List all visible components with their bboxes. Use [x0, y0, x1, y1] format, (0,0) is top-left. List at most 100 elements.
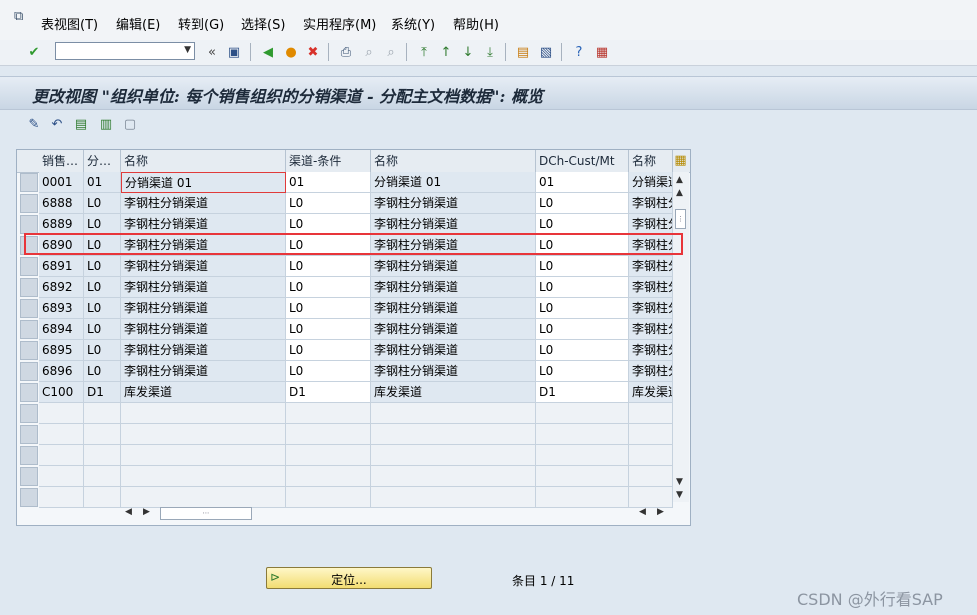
empty-table-row[interactable]: [17, 424, 673, 445]
menu-table-view[interactable]: 表视图(T): [41, 14, 98, 33]
empty-table-row[interactable]: [17, 403, 673, 424]
scroll-thumb[interactable]: ⋮: [675, 209, 686, 229]
empty-table-row[interactable]: [17, 487, 673, 508]
cell-channel-conditions[interactable]: [286, 487, 371, 508]
menu-help[interactable]: 帮助(H): [453, 14, 499, 33]
cell-dch-cust-mt[interactable]: [536, 445, 629, 466]
table-row[interactable]: 6890L0李钢柱分销渠道L0李钢柱分销渠道L0李钢柱分: [17, 235, 673, 256]
row-selector[interactable]: [20, 278, 38, 297]
column-header-distribution-channel[interactable]: 分…: [84, 150, 121, 172]
cell-dch-cust-mt[interactable]: L0: [536, 319, 629, 340]
next-page-icon[interactable]: ↓: [458, 42, 478, 62]
sap-menu-icon[interactable]: ⧉: [14, 10, 28, 24]
cell-channel-conditions[interactable]: [286, 424, 371, 445]
row-selector[interactable]: [20, 236, 38, 255]
cell-channel-conditions[interactable]: 01: [286, 172, 371, 193]
undo-icon[interactable]: ↶: [47, 114, 67, 134]
column-header-sales-org[interactable]: 销售…: [39, 150, 84, 172]
cell-channel-conditions[interactable]: L0: [286, 214, 371, 235]
cell-channel-conditions[interactable]: L0: [286, 319, 371, 340]
position-button[interactable]: ⊳ 定位...: [266, 567, 432, 589]
collapse-icon[interactable]: «: [202, 42, 222, 62]
menu-goto[interactable]: 转到(G): [178, 14, 224, 33]
cell-channel-conditions[interactable]: [286, 445, 371, 466]
cell-channel-conditions[interactable]: L0: [286, 340, 371, 361]
cell-channel-conditions[interactable]: L0: [286, 235, 371, 256]
first-page-icon[interactable]: ⤒: [414, 42, 434, 62]
find-next-icon[interactable]: ⌕: [381, 42, 401, 62]
command-field[interactable]: ▼: [55, 42, 195, 60]
help-icon[interactable]: ?: [569, 42, 589, 62]
page-down-icon[interactable]: ▼: [676, 477, 683, 487]
cell-channel-conditions[interactable]: L0: [286, 361, 371, 382]
empty-table-row[interactable]: [17, 445, 673, 466]
cell-dch-cust-mt[interactable]: L0: [536, 361, 629, 382]
scroll-down-icon[interactable]: ▼: [676, 490, 683, 500]
table-row[interactable]: 6895L0李钢柱分销渠道L0李钢柱分销渠道L0李钢柱分: [17, 340, 673, 361]
cell-channel-conditions[interactable]: L0: [286, 298, 371, 319]
row-selector[interactable]: [20, 257, 38, 276]
row-selector[interactable]: [20, 299, 38, 318]
menu-edit[interactable]: 编辑(E): [116, 14, 160, 33]
empty-table-row[interactable]: [17, 466, 673, 487]
cell-dch-cust-mt[interactable]: L0: [536, 256, 629, 277]
row-selector[interactable]: [20, 362, 38, 381]
scroll-right-icon[interactable]: ▶: [657, 507, 664, 517]
deselect-all-icon[interactable]: ▢: [120, 114, 140, 134]
cell-channel-conditions[interactable]: D1: [286, 382, 371, 403]
cell-dch-cust-mt[interactable]: L0: [536, 340, 629, 361]
cell-dch-cust-mt[interactable]: L0: [536, 235, 629, 256]
page-up-icon[interactable]: ▲: [676, 188, 683, 198]
cell-dch-cust-mt[interactable]: L0: [536, 193, 629, 214]
row-selector[interactable]: [20, 215, 38, 234]
row-selector[interactable]: [20, 173, 38, 192]
column-header-name-3[interactable]: 名称: [629, 150, 673, 172]
table-row[interactable]: 6889L0李钢柱分销渠道L0李钢柱分销渠道L0李钢柱分: [17, 214, 673, 235]
cell-dch-cust-mt[interactable]: [536, 487, 629, 508]
table-row[interactable]: C100D1库发渠道D1库发渠道D1库发渠道: [17, 382, 673, 403]
customize-layout-icon[interactable]: ▦: [592, 42, 612, 62]
shortcut-icon[interactable]: ▧: [536, 42, 556, 62]
cell-dch-cust-mt[interactable]: L0: [536, 277, 629, 298]
column-header-dch-cust-mt[interactable]: DCh-Cust/Mt: [536, 150, 629, 172]
scroll-left-icon[interactable]: ◀: [125, 507, 132, 517]
row-selector[interactable]: [20, 488, 38, 507]
select-all-icon[interactable]: ▤: [71, 114, 91, 134]
cell-channel-conditions[interactable]: [286, 403, 371, 424]
cell-channel-conditions[interactable]: [286, 466, 371, 487]
previous-page-icon[interactable]: ↑: [436, 42, 456, 62]
vertical-scrollbar[interactable]: ▲ ▲ ⋮ ▼ ▼: [673, 172, 689, 502]
save-icon[interactable]: ▣: [224, 42, 244, 62]
column-header-name[interactable]: 名称: [121, 150, 286, 172]
row-selector[interactable]: [20, 194, 38, 213]
menu-selection[interactable]: 选择(S): [241, 14, 285, 33]
column-settings-icon[interactable]: ▦: [673, 153, 688, 168]
row-selector[interactable]: [20, 404, 38, 423]
table-row[interactable]: 6888L0李钢柱分销渠道L0李钢柱分销渠道L0李钢柱分: [17, 193, 673, 214]
column-header-channel-conditions[interactable]: 渠道-条件: [286, 150, 371, 172]
find-icon[interactable]: ⌕: [359, 42, 379, 62]
chevron-down-icon[interactable]: ▼: [184, 45, 191, 55]
cell-dch-cust-mt[interactable]: 01: [536, 172, 629, 193]
page-left-icon[interactable]: ▶: [143, 507, 150, 517]
print-icon[interactable]: ⎙: [336, 42, 356, 62]
cell-dch-cust-mt[interactable]: [536, 424, 629, 445]
column-header-name-2[interactable]: 名称: [371, 150, 536, 172]
select-block-icon[interactable]: ▥: [96, 114, 116, 134]
table-row[interactable]: 6896L0李钢柱分销渠道L0李钢柱分销渠道L0李钢柱分: [17, 361, 673, 382]
scroll-up-icon[interactable]: ▲: [676, 175, 683, 185]
page-right-icon[interactable]: ◀: [639, 507, 646, 517]
cell-dch-cust-mt[interactable]: L0: [536, 214, 629, 235]
table-row[interactable]: 6892L0李钢柱分销渠道L0李钢柱分销渠道L0李钢柱分: [17, 277, 673, 298]
row-selector[interactable]: [20, 383, 38, 402]
last-page-icon[interactable]: ⤓: [480, 42, 500, 62]
row-selector[interactable]: [20, 341, 38, 360]
cell-dch-cust-mt[interactable]: L0: [536, 298, 629, 319]
display-change-icon[interactable]: ✎: [24, 114, 44, 134]
table-row[interactable]: 6893L0李钢柱分销渠道L0李钢柱分销渠道L0李钢柱分: [17, 298, 673, 319]
table-row[interactable]: 6891L0李钢柱分销渠道L0李钢柱分销渠道L0李钢柱分: [17, 256, 673, 277]
row-selector[interactable]: [20, 320, 38, 339]
scroll-thumb[interactable]: ⋯: [160, 507, 252, 520]
cell-dch-cust-mt[interactable]: [536, 403, 629, 424]
table-row[interactable]: 000101分销渠道 0101分销渠道 0101分销渠道: [17, 172, 673, 193]
